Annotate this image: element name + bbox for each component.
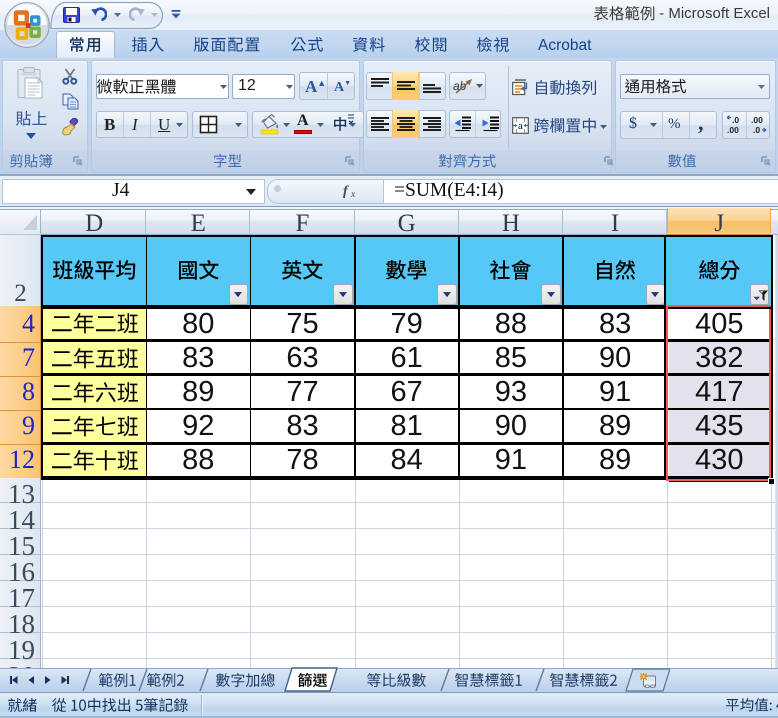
svg-text:a: a bbox=[518, 120, 523, 132]
svg-text:.00: .00 bbox=[751, 115, 763, 125]
svg-text:x: x bbox=[350, 190, 356, 198]
svg-text:.00: .00 bbox=[727, 125, 739, 135]
svg-text:f: f bbox=[343, 184, 349, 198]
svg-text:.0: .0 bbox=[732, 115, 739, 125]
svg-text:.0: .0 bbox=[753, 125, 760, 135]
